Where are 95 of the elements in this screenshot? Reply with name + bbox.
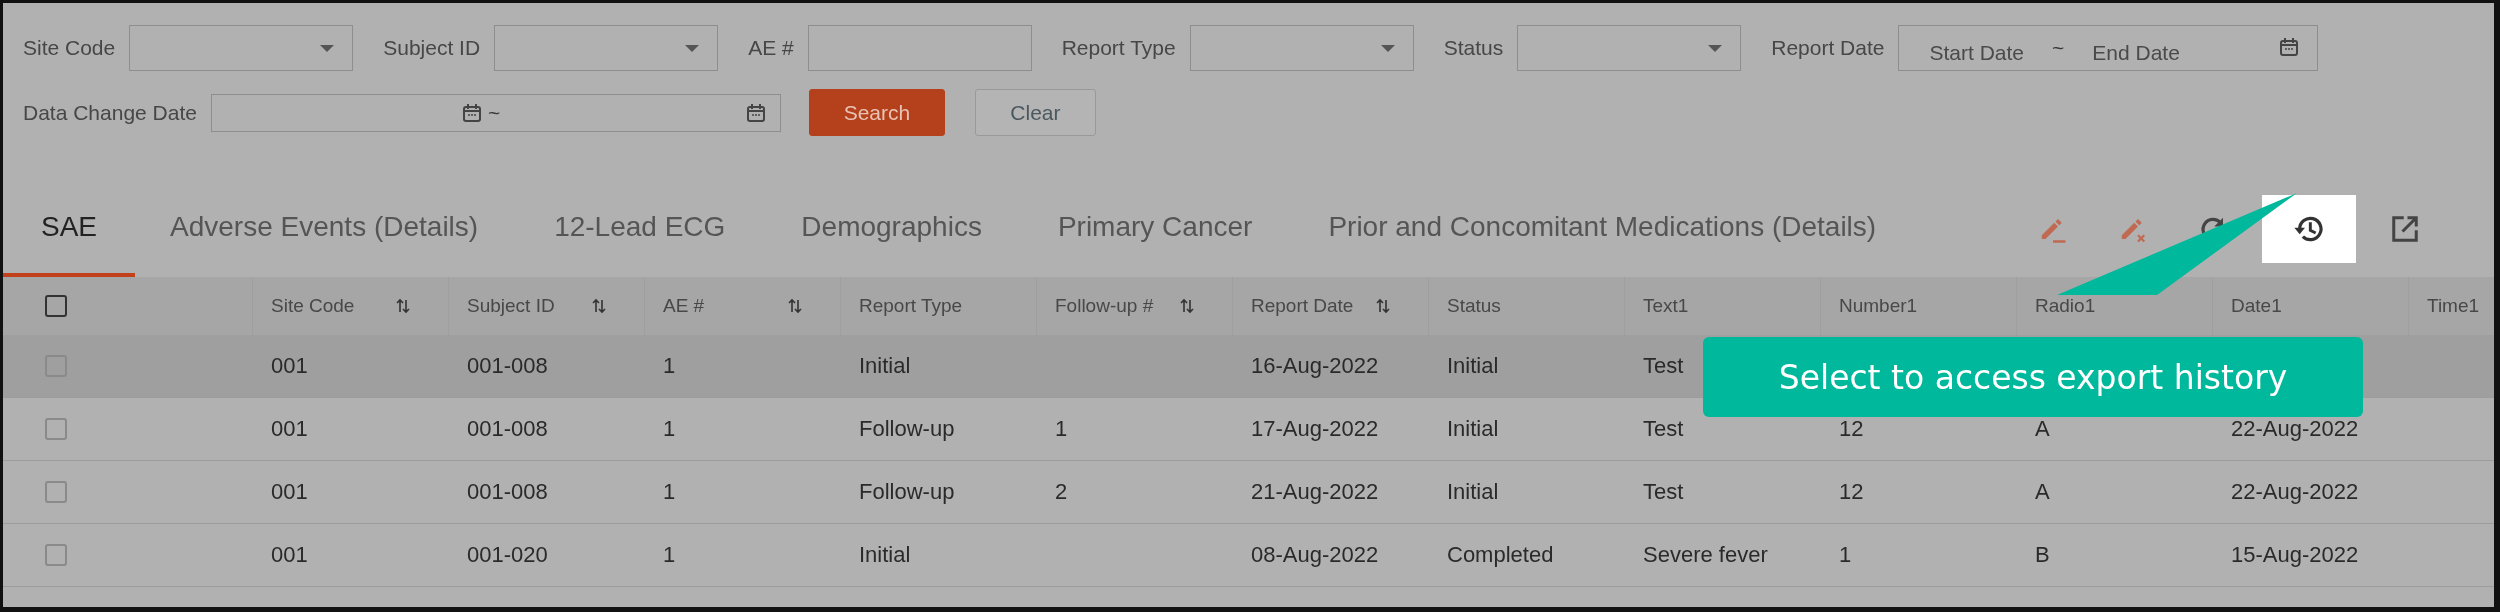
table-cell: 15-Aug-2022	[2231, 542, 2359, 568]
caret-icon	[1380, 44, 1395, 52]
filter-label: Report Date	[1771, 36, 1885, 60]
column-header: Text1	[1643, 295, 1689, 317]
column-header: Subject ID	[467, 295, 555, 317]
table-cell: 001-020	[467, 542, 548, 568]
table-cell: 21-Aug-2022	[1251, 479, 1379, 505]
table-cell: Follow-up	[859, 479, 955, 505]
tab[interactable]: Demographics	[763, 181, 1020, 277]
date-range-field[interactable]: ~	[210, 93, 781, 132]
table-cell: 16-Aug-2022	[1251, 353, 1379, 379]
tab[interactable]: 12-Lead ECG	[516, 181, 764, 277]
sort-icon[interactable]	[788, 298, 802, 314]
table-cell: Initial	[1447, 416, 1499, 442]
table-cell: 22-Aug-2022	[2231, 479, 2359, 505]
dropdown-field[interactable]	[1517, 25, 1742, 71]
column-header: Status	[1447, 295, 1501, 317]
sort-icon[interactable]	[1180, 298, 1194, 314]
calendar-icon	[2279, 37, 2300, 57]
calendar-icon	[745, 102, 766, 123]
table-cell: 001	[271, 416, 308, 442]
table-cell: Test	[1643, 353, 1684, 379]
table-cell: Initial	[859, 353, 911, 379]
external-link-icon	[2390, 214, 2420, 244]
table-cell: 001-008	[467, 353, 548, 379]
table-cell: 12	[1839, 479, 1864, 505]
table-cell: Initial	[859, 542, 911, 568]
table-cell: 001	[271, 542, 308, 568]
table-cell: 1	[663, 416, 676, 442]
column-header: Time1	[2427, 295, 2480, 317]
table-cell: A	[2035, 416, 2050, 442]
table-cell: Completed	[1447, 542, 1554, 568]
dropdown-field[interactable]	[129, 25, 354, 71]
filter-label: Status	[1443, 36, 1504, 60]
table-cell: 001-008	[467, 479, 548, 505]
table-cell: 001-008	[467, 416, 548, 442]
table-cell: Initial	[1447, 353, 1499, 379]
tab[interactable]: Primary Cancer	[1019, 181, 1291, 277]
tab[interactable]: Adverse Events (Details)	[135, 181, 517, 277]
filter-label: AE #	[748, 36, 794, 60]
filter-label: Data Change Date	[23, 100, 197, 125]
column-header: Radio1	[2035, 295, 2096, 317]
column-header: Report Type	[859, 295, 963, 317]
range-separator: ~	[2052, 36, 2065, 60]
column-header: Date1	[2231, 295, 2282, 317]
search-button[interactable]: Search	[808, 89, 945, 136]
table-cell: 08-Aug-2022	[1251, 542, 1379, 568]
table-cell: Severe fever	[1643, 542, 1768, 568]
end-date-placeholder: End Date	[2092, 41, 2180, 65]
column-header: Number1	[1839, 295, 1918, 317]
select-all-checkbox[interactable]	[45, 295, 67, 317]
tooltip: Select to access export history	[1703, 337, 2363, 417]
caret-icon	[1708, 44, 1723, 52]
table-cell: B	[2035, 542, 2050, 568]
sort-icon[interactable]	[1376, 298, 1390, 314]
filter-label: Site Code	[23, 36, 116, 60]
table-cell: Test	[1643, 479, 1684, 505]
table-cell: 001	[271, 353, 308, 379]
table-cell: 12	[1839, 416, 1864, 442]
filter-label: Report Type	[1061, 36, 1176, 60]
table-cell: 2	[1055, 479, 1068, 505]
row-checkbox[interactable]	[45, 418, 67, 440]
start-date-placeholder: Start Date	[1929, 41, 2024, 65]
date-range-field[interactable]: Start Date ~ End Date	[1898, 25, 2319, 71]
input-field[interactable]	[807, 25, 1032, 71]
table-cell: 22-Aug-2022	[2231, 416, 2359, 442]
table-cell: A	[2035, 479, 2050, 505]
table-cell: 1	[1839, 542, 1852, 568]
sort-icon[interactable]	[396, 298, 410, 314]
column-header: Report Date	[1251, 295, 1354, 317]
calendar-icon	[461, 102, 482, 123]
clear-button[interactable]: Clear	[974, 89, 1096, 136]
filter-label: Subject ID	[383, 36, 481, 60]
column-header: Site Code	[271, 295, 355, 317]
column-header: AE #	[663, 295, 705, 317]
row-checkbox[interactable]	[45, 544, 67, 566]
table-cell: 001	[271, 479, 308, 505]
history-button[interactable]	[2262, 195, 2356, 263]
row-checkbox[interactable]	[45, 481, 67, 503]
table-cell: Initial	[1447, 479, 1499, 505]
caret-icon	[320, 44, 335, 52]
table-cell: 17-Aug-2022	[1251, 416, 1379, 442]
table-cell: Follow-up	[859, 416, 955, 442]
column-header: Follow-up #	[1055, 295, 1154, 317]
table-cell: 1	[663, 353, 676, 379]
range-separator: ~	[487, 100, 501, 125]
dropdown-field[interactable]	[1189, 25, 1414, 71]
tab[interactable]: Prior and Concomitant Medications (Details)	[1290, 181, 1915, 277]
dropdown-field[interactable]	[494, 25, 719, 71]
table-cell: 1	[1055, 416, 1068, 442]
caret-icon	[685, 44, 700, 52]
table-cell: 1	[663, 479, 676, 505]
table-cell: Test	[1643, 416, 1684, 442]
sort-icon[interactable]	[592, 298, 606, 314]
table-cell: 1	[663, 542, 676, 568]
